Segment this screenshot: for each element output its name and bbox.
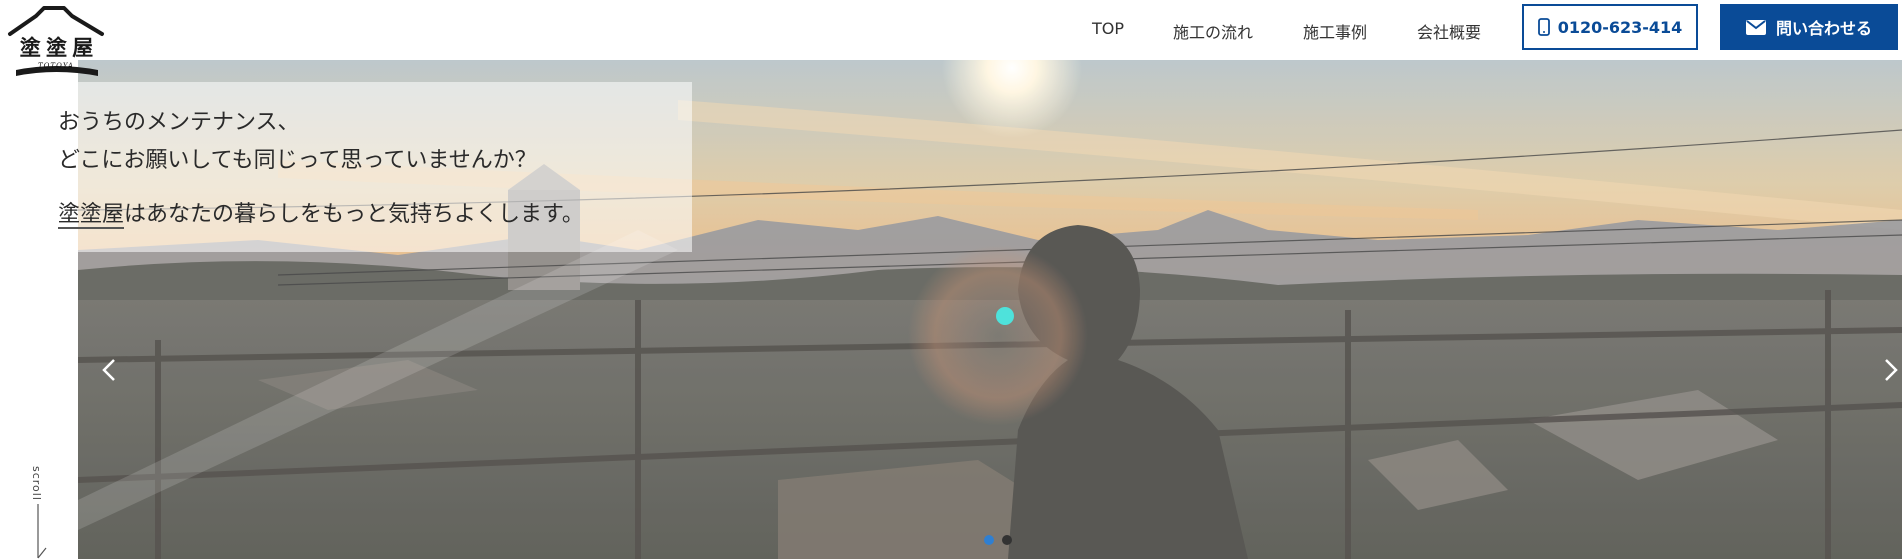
hero-line-3-text: はあなたの暮らしをもっと気持ちよくします。 (124, 202, 584, 227)
slide-dot-2[interactable] (1002, 535, 1012, 545)
hero-line-3: 塗塗屋はあなたの暮らしをもっと気持ちよくします。 (58, 196, 584, 234)
chevron-right-icon[interactable] (1872, 352, 1902, 388)
chevron-left-icon[interactable] (92, 352, 128, 388)
logo-text: 塗 塗 屋 (19, 35, 94, 60)
nav-item-top[interactable]: TOP (1092, 19, 1124, 38)
scroll-arrow-icon[interactable] (26, 462, 50, 559)
logo-subtext: TOTOYA (38, 62, 74, 70)
nav-item-company[interactable]: 会社概要 (1417, 19, 1481, 43)
site-header: TOP 施工の流れ 施工事例 会社概要 0120-623-414 問い合わせる (0, 0, 1902, 60)
hero-line-1: おうちのメンテナンス、 (58, 110, 300, 135)
mail-icon (1745, 19, 1766, 35)
slider-pagination (984, 535, 1012, 545)
nav-item-cases[interactable]: 施工事例 (1303, 19, 1367, 43)
nav-item-flow[interactable]: 施工の流れ (1173, 19, 1253, 43)
hero-line-2: どこにお願いしても同じって思っていませんか？ (58, 148, 537, 173)
main-nav: TOP 施工の流れ 施工事例 会社概要 0120-623-414 問い合わせる (0, 0, 1902, 60)
contact-button[interactable]: 問い合わせる (1720, 4, 1898, 50)
phone-icon (1537, 18, 1550, 36)
phone-button[interactable]: 0120-623-414 (1522, 4, 1698, 50)
contact-label: 問い合わせる (1775, 19, 1872, 38)
slide-dot-1[interactable] (984, 535, 994, 545)
phone-number: 0120-623-414 (1557, 17, 1683, 37)
hero-copy: おうちのメンテナンス、 どこにお願いしても同じって思っていませんか？ 塗塗屋はあ… (58, 104, 584, 234)
site-logo[interactable]: 塗 塗 屋 TOTOYA (6, 4, 106, 78)
hero-brand-name: 塗塗屋 (58, 202, 125, 229)
